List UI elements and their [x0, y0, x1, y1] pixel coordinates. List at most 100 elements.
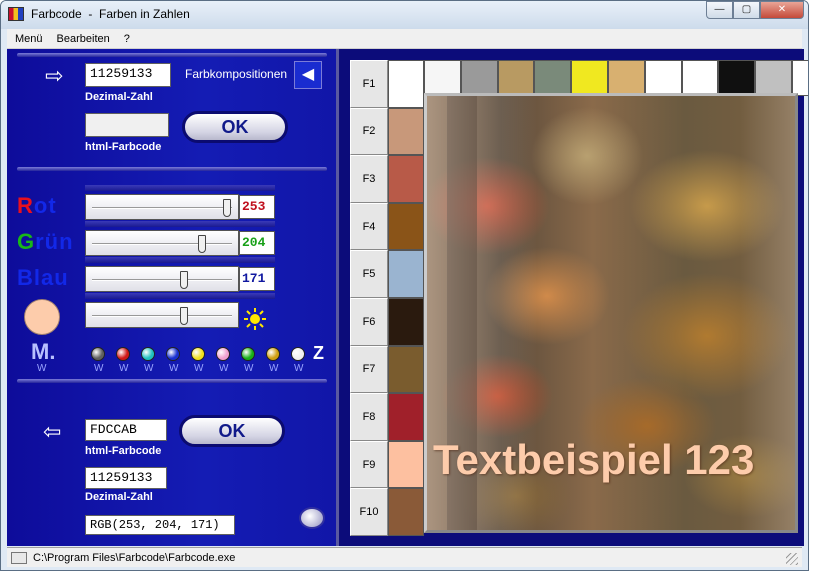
fkey-f8[interactable]: F8: [350, 393, 388, 441]
blue-value[interactable]: 171: [239, 267, 275, 291]
memory-slot-6[interactable]: [216, 347, 230, 361]
resize-grip-icon[interactable]: [786, 553, 798, 565]
fkey-color-f6[interactable]: [388, 297, 424, 346]
title-bar[interactable]: Farbcode - Farben in Zahlen — ▢ ✕: [1, 1, 808, 29]
menu-bearbeiten[interactable]: Bearbeiten: [57, 33, 110, 45]
composition-row: [424, 60, 808, 96]
sun-icon: [244, 308, 266, 330]
blue-slider-thumb[interactable]: [180, 271, 188, 289]
separator: [17, 379, 327, 383]
memory-slot-w-label: W: [219, 363, 229, 374]
farbkompositionen-toggle-button[interactable]: ◀: [294, 61, 322, 89]
composition-swatch[interactable]: [424, 60, 461, 96]
slider-line: [92, 315, 232, 317]
fkey-f10[interactable]: F10: [350, 488, 388, 536]
memory-slot-8[interactable]: [266, 347, 280, 361]
fkey-color-f8[interactable]: [388, 393, 424, 441]
memory-slot-7[interactable]: [241, 347, 255, 361]
slider-line: [92, 279, 232, 281]
green-slider[interactable]: [85, 230, 239, 256]
decimal-output[interactable]: 11259133: [85, 467, 167, 489]
fkey-f9[interactable]: F9: [350, 440, 388, 489]
red-band: [85, 185, 275, 191]
ok-button-top[interactable]: OK: [182, 111, 288, 143]
fkey-color-f1[interactable]: [388, 60, 424, 108]
minimize-button[interactable]: —: [706, 1, 733, 19]
close-button[interactable]: ✕: [760, 1, 804, 19]
html-code-input[interactable]: [85, 113, 169, 137]
fkey-color-f9[interactable]: [388, 440, 424, 489]
fkey-color-f4[interactable]: [388, 202, 424, 251]
red-value[interactable]: 253: [239, 195, 275, 219]
green-slider-thumb[interactable]: [198, 235, 206, 253]
red-label-letter: R: [17, 193, 34, 218]
memory-slot-w-label: W: [94, 363, 104, 374]
red-slider[interactable]: [85, 194, 239, 220]
memory-slot-2[interactable]: [116, 347, 130, 361]
fkey-f4[interactable]: F4: [350, 202, 388, 251]
preview-text: Textbeispiel 123: [433, 436, 755, 483]
green-label-rest: rün: [35, 229, 74, 254]
blue-label-text: Blau: [17, 265, 69, 290]
composition-swatch[interactable]: [571, 60, 608, 96]
composition-swatch[interactable]: [718, 60, 756, 96]
brightness-slider-thumb[interactable]: [180, 307, 188, 325]
composition-swatch[interactable]: [534, 60, 572, 96]
fkey-color-f5[interactable]: [388, 250, 424, 298]
red-label: Rot: [17, 193, 57, 219]
composition-swatch[interactable]: [681, 60, 719, 96]
memory-slot-5[interactable]: [191, 347, 205, 361]
eraser-icon[interactable]: [299, 507, 325, 529]
arrow-right-icon: ⇨: [45, 63, 64, 88]
maximize-button[interactable]: ▢: [733, 1, 760, 19]
fkey-f2[interactable]: F2: [350, 107, 388, 156]
slider-line: [92, 243, 232, 245]
fkey-color-column: [388, 60, 424, 536]
client-area: ⇨ 11259133 Dezimal-Zahl Farbkompositione…: [7, 49, 808, 546]
fkey-color-f2[interactable]: [388, 107, 424, 156]
rgb-output[interactable]: RGB(253, 204, 171): [85, 515, 235, 535]
html-code-label: html-Farbcode: [85, 141, 162, 153]
memory-slot-w-label: W: [119, 363, 129, 374]
ok-button-bottom[interactable]: OK: [179, 415, 285, 447]
fkey-color-f7[interactable]: [388, 345, 424, 394]
menu-help[interactable]: ?: [124, 33, 130, 45]
menu-menue[interactable]: Menü: [15, 33, 43, 45]
separator: [17, 53, 327, 57]
memory-slot-1[interactable]: [91, 347, 105, 361]
fkey-color-f10[interactable]: [388, 488, 424, 536]
fkey-f5[interactable]: F5: [350, 250, 388, 298]
folder-icon: [11, 551, 27, 564]
html-code-output[interactable]: FDCCAB: [85, 419, 167, 441]
fkey-color-f3[interactable]: [388, 155, 424, 203]
blue-slider[interactable]: [85, 266, 239, 292]
red-slider-thumb[interactable]: [223, 199, 231, 217]
memory-slot-3[interactable]: [141, 347, 155, 361]
composition-swatch[interactable]: [755, 60, 792, 96]
fkey-f1[interactable]: F1: [350, 60, 388, 108]
menu-bar: Menü Bearbeiten ?: [7, 29, 802, 49]
red-label-rest: ot: [33, 193, 57, 218]
green-label-letter: G: [17, 229, 36, 254]
green-value[interactable]: 204: [239, 231, 275, 255]
fkey-f7[interactable]: F7: [350, 345, 388, 394]
decimal-input[interactable]: 11259133: [85, 63, 171, 87]
composition-swatch[interactable]: [644, 60, 682, 96]
composition-swatch[interactable]: [607, 60, 645, 96]
preview-panel: F1 F2 F3 F4 F5 F6 F7 F8 F9 F10 Textbeispiel 123: [342, 49, 808, 546]
memory-slot-4[interactable]: [166, 347, 180, 361]
z-label[interactable]: Z: [313, 343, 324, 364]
composition-swatch[interactable]: [460, 60, 498, 96]
fkey-f6[interactable]: F6: [350, 297, 388, 346]
fkey-f3[interactable]: F3: [350, 155, 388, 203]
fkey-column: F1 F2 F3 F4 F5 F6 F7 F8 F9 F10: [350, 60, 388, 536]
brightness-slider[interactable]: [85, 302, 239, 328]
preview-image: Textbeispiel 123: [424, 93, 798, 533]
composition-swatch[interactable]: [791, 60, 808, 96]
memory-slot-9[interactable]: [291, 347, 305, 361]
green-label: Grün: [17, 229, 74, 255]
decimal-label: Dezimal-Zahl: [85, 91, 153, 103]
slider-line: [92, 207, 232, 209]
composition-swatch[interactable]: [497, 60, 535, 96]
memory-w-label: W: [37, 363, 47, 374]
